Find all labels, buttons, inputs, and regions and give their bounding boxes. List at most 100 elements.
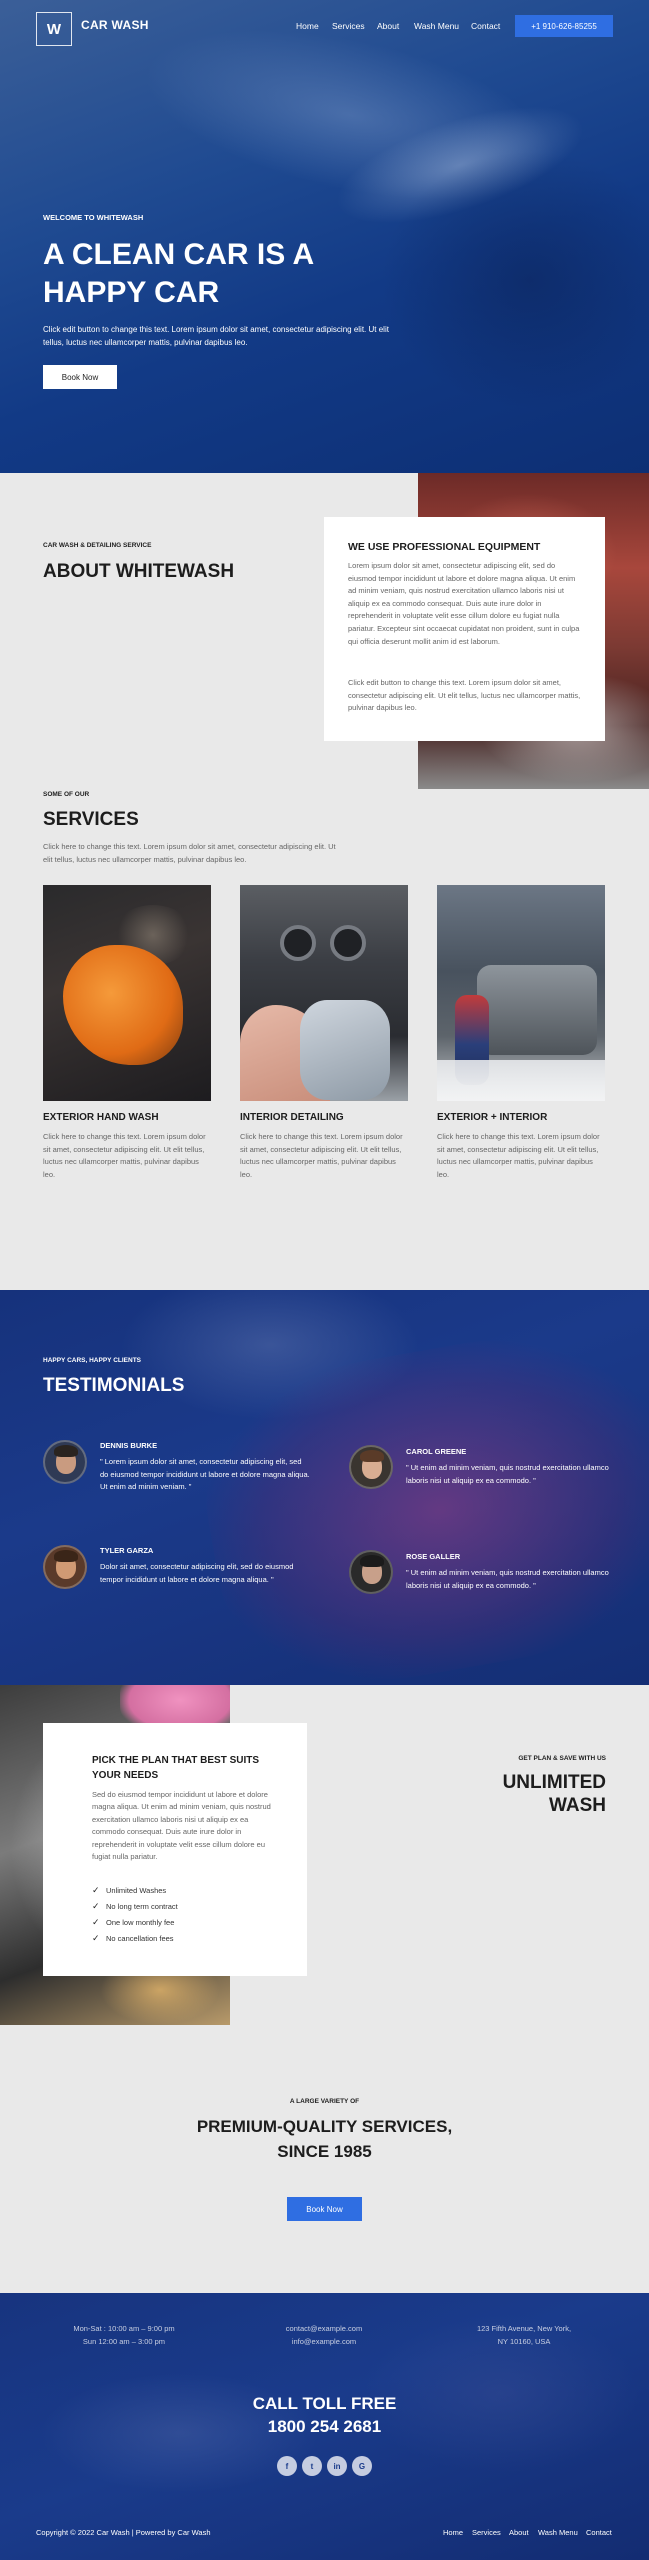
feature-list: ✓ Unlimited Washes ✓ No long term contract… (92, 1882, 178, 1946)
testimonials-title: TESTIMONIALS (43, 1375, 185, 1396)
twitter-icon[interactable]: t (302, 2456, 322, 2476)
hero-title: A CLEAN CAR IS A HAPPY CAR (43, 238, 313, 309)
service-image-exterior (43, 885, 211, 1101)
about-title: ABOUT WHITEWASH (43, 561, 235, 582)
grey-cloth (300, 1000, 390, 1100)
testimonial-quote: " Ut enim ad minim veniam, quis nostrud … (406, 1463, 609, 1485)
avatar (43, 1545, 87, 1589)
footer-address: 123 Fifth Avenue, New York, NY 10160, US… (444, 2323, 604, 2348)
pricing-card-description: Sed do eiusmod tempor incididunt ut labo… (92, 1790, 271, 1862)
nav-contact[interactable]: Contact (471, 21, 500, 31)
linkedin-icon[interactable]: in (327, 2456, 347, 2476)
premium-book-now-button[interactable]: Book Now (287, 2197, 362, 2221)
plan-title: UNLIMITED WASH (502, 1772, 606, 1816)
premium-title: PREMIUM-QUALITY SERVICES, SINCE 1985 (0, 2114, 649, 2164)
check-icon: ✓ (92, 1932, 100, 1943)
avatar (43, 1440, 87, 1484)
service-description: Click here to change this text. Lorem ip… (437, 1132, 600, 1179)
service-name[interactable]: EXTERIOR HAND WASH (43, 1112, 159, 1123)
feature-item: ✓ No long term contract (92, 1898, 178, 1914)
footer-nav-wash-menu[interactable]: Wash Menu (538, 2528, 578, 2537)
testimonials-eyebrow: HAPPY CARS, HAPPY CLIENTS (43, 1357, 142, 1364)
avatar (349, 1445, 393, 1489)
plan-eyebrow: GET PLAN & SAVE WITH US (518, 1755, 606, 1762)
footer-hours-line: Mon-Sat : 10:00 am – 9:00 pm (73, 2324, 175, 2333)
nav-about[interactable]: About (377, 21, 399, 31)
check-icon: ✓ (92, 1916, 100, 1927)
toll-free-title: CALL TOLL FREE (252, 2394, 397, 2413)
pricing-card-title: PICK THE PLAN THAT BEST SUITS YOUR NEEDS (92, 1755, 260, 1781)
services-eyebrow: SOME OF OUR (43, 791, 90, 798)
about-card-title: WE USE PROFESSIONAL EQUIPMENT (348, 541, 541, 553)
footer-address-line: 123 Fifth Avenue, New York, (476, 2324, 572, 2333)
about-eyebrow: CAR WASH & DETAILING SERVICE (43, 542, 152, 549)
testimonial-quote: " Ut enim ad minim veniam, quis nostrud … (406, 1568, 609, 1590)
avatar-hair (360, 1555, 384, 1567)
feature-item: ✓ No cancellation fees (92, 1930, 178, 1946)
about-card: WE USE PROFESSIONAL EQUIPMENT Lorem ipsu… (324, 517, 605, 741)
service-image-interior (240, 885, 408, 1101)
copyright: Copyright © 2022 Car Wash | Powered by C… (36, 2528, 211, 2537)
footer-email: contact@example.com info@example.com (244, 2323, 404, 2348)
footer-nav-about[interactable]: About (509, 2528, 529, 2537)
footer-nav-services[interactable]: Services (472, 2528, 501, 2537)
nav-wash-menu[interactable]: Wash Menu (414, 21, 459, 31)
services-title: SERVICES (43, 809, 139, 830)
footer-email-link[interactable]: info@example.com (244, 2336, 404, 2349)
nav-home[interactable]: Home (296, 21, 319, 31)
service-description: Click here to change this text. Lorem ip… (43, 1132, 206, 1179)
footer-nav-home[interactable]: Home (443, 2528, 463, 2537)
feature-item: ✓ Unlimited Washes (92, 1882, 178, 1898)
testimonial-name: CAROL GREENE (406, 1447, 467, 1456)
hero-subtitle: Click edit button to change this text. L… (43, 325, 389, 347)
services-subtitle: Click here to change this text. Lorem ip… (43, 842, 336, 864)
premium-title-line-2: SINCE 1985 (277, 2142, 372, 2161)
nav-services[interactable]: Services (332, 21, 365, 31)
car (477, 965, 597, 1055)
google-icon[interactable]: G (352, 2456, 372, 2476)
testimonial-name: ROSE GALLER (406, 1552, 461, 1561)
feature-label: One low monthly fee (106, 1917, 175, 1927)
about-card-text: Lorem ipsum dolor sit amet, consectetur … (348, 561, 580, 646)
feature-label: No long term contract (106, 1901, 178, 1911)
hero-book-now-button[interactable]: Book Now (43, 365, 117, 389)
service-name[interactable]: EXTERIOR + INTERIOR (437, 1112, 547, 1123)
hero-eyebrow: WELCOME TO WHITEWASH (43, 213, 144, 222)
logo[interactable]: W (36, 12, 72, 46)
premium-eyebrow: A LARGE VARIETY OF (289, 2098, 360, 2105)
service-description: Click here to change this text. Lorem ip… (240, 1132, 403, 1179)
brand-name[interactable]: CAR WASH (81, 18, 149, 32)
footer-email-link[interactable]: contact@example.com (244, 2323, 404, 2336)
phone-button[interactable]: +1 910-626-85255 (515, 15, 613, 37)
testimonials-section: HAPPY CARS, HAPPY CLIENTS TESTIMONIALS D… (0, 1290, 649, 1685)
toll-free-number[interactable]: 1800 254 2681 (0, 2417, 649, 2437)
facebook-icon[interactable]: f (277, 2456, 297, 2476)
dashboard-gauge (330, 925, 366, 961)
pricing-card: PICK THE PLAN THAT BEST SUITS YOUR NEEDS… (43, 1723, 307, 1976)
feature-label: No cancellation fees (106, 1933, 174, 1943)
footer: Mon-Sat : 10:00 am – 9:00 pm Sun 12:00 a… (0, 2293, 649, 2560)
avatar (349, 1550, 393, 1594)
check-icon: ✓ (92, 1900, 100, 1911)
testimonial-name: TYLER GARZA (100, 1546, 154, 1555)
avatar-hair (54, 1445, 78, 1457)
footer-hours: Mon-Sat : 10:00 am – 9:00 pm Sun 12:00 a… (44, 2323, 204, 2348)
footer-nav-contact[interactable]: Contact (586, 2528, 612, 2537)
foam (437, 1060, 605, 1101)
testimonial-quote: Dolor sit amet, consectetur adipiscing e… (100, 1562, 294, 1584)
avatar-hair (54, 1550, 78, 1562)
testimonial-name: DENNIS BURKE (100, 1441, 158, 1450)
service-name[interactable]: INTERIOR DETAILING (240, 1112, 344, 1123)
hero-bg-shadow (380, 150, 649, 410)
dashboard-gauge (280, 925, 316, 961)
about-card-text-2: Click edit button to change this text. L… (348, 678, 581, 713)
service-image-both (437, 885, 605, 1101)
feature-label: Unlimited Washes (106, 1885, 167, 1895)
feature-item: ✓ One low monthly fee (92, 1914, 178, 1930)
orange-cloth (63, 945, 183, 1065)
footer-address-line: NY 10160, USA (497, 2336, 551, 2346)
premium-title-line-1: PREMIUM-QUALITY SERVICES, (196, 2117, 453, 2136)
check-icon: ✓ (92, 1884, 100, 1895)
avatar-hair (360, 1450, 384, 1462)
footer-hours-line: Sun 12:00 am – 3:00 pm (82, 2336, 166, 2346)
